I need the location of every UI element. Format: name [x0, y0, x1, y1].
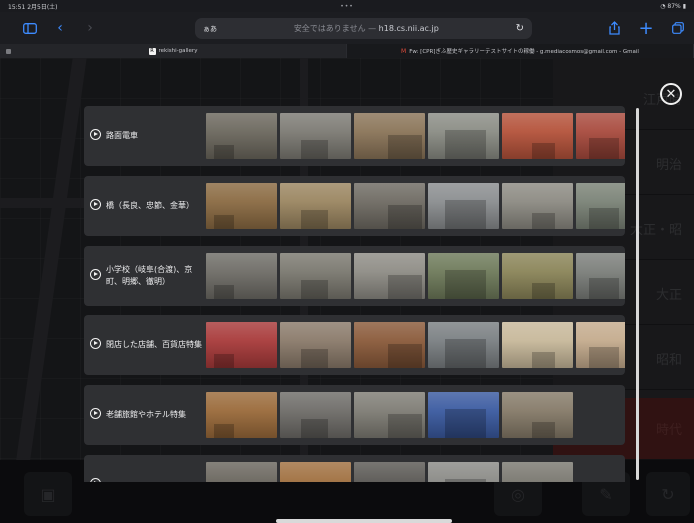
- photo-thumbnail[interactable]: [206, 183, 277, 229]
- photo-thumbnail[interactable]: [280, 392, 351, 438]
- photo-thumbnail[interactable]: [502, 322, 573, 368]
- photo-thumbnail[interactable]: [502, 392, 573, 438]
- reader-aa-button[interactable]: ぁあ: [203, 24, 217, 34]
- row-label: 老舗旅館やホテル特集: [106, 410, 186, 419]
- thumbnail-strip: [206, 183, 625, 229]
- list-item[interactable]: 小学校（岐阜(合渡)、京町、明郷、徹明）: [84, 246, 625, 306]
- photo-thumbnail[interactable]: [354, 322, 425, 368]
- toolbar-right: +: [604, 18, 688, 39]
- photo-thumbnail[interactable]: [502, 462, 573, 482]
- photo-thumbnail[interactable]: [502, 253, 573, 299]
- status-bar: 15:51 2月5日(土) ••• ◔ 87% ▮: [0, 0, 694, 12]
- list-item[interactable]: 閉店した店舗、百貨店特集: [84, 315, 625, 375]
- thumbnail-strip: [206, 392, 573, 438]
- close-icon[interactable]: ✕: [660, 83, 682, 105]
- multitask-dots[interactable]: •••: [0, 3, 694, 10]
- home-indicator[interactable]: [276, 519, 452, 523]
- photo-thumbnail[interactable]: [280, 253, 351, 299]
- photo-thumbnail[interactable]: [502, 113, 573, 159]
- photo-thumbnail[interactable]: [354, 113, 425, 159]
- list-item[interactable]: 橋（長良、忠節、金華）: [84, 176, 625, 236]
- toolbar-left: ‹ ›: [20, 18, 100, 38]
- play-icon[interactable]: [90, 408, 101, 419]
- insecure-warning: 安全ではありません —: [293, 24, 379, 33]
- tab-gmail[interactable]: M Fw: [CPR]ぎふ歴史ギャラリーテストサイトの稼働 - g.mediac…: [347, 44, 694, 58]
- row-label: 閉店した店舗、百貨店特集: [106, 340, 202, 349]
- photo-thumbnail[interactable]: [206, 253, 277, 299]
- reload-icon[interactable]: ↻: [516, 23, 524, 34]
- address-bar[interactable]: ぁあ 安全ではありません — h18.cs.nii.ac.jp ↻: [195, 18, 532, 39]
- photo-thumbnail[interactable]: [206, 322, 277, 368]
- tab-title: Fw: [CPR]ぎふ歴史ギャラリーテストサイトの稼働 - g.mediacos…: [409, 49, 639, 55]
- tab-title: rekishi-gallery: [158, 48, 198, 54]
- photo-thumbnail[interactable]: [576, 113, 625, 159]
- play-icon[interactable]: [90, 269, 101, 280]
- photo-thumbnail[interactable]: [354, 462, 425, 482]
- row-label: 橋（長良、忠節、金華）: [106, 201, 194, 210]
- photo-thumbnail[interactable]: [428, 113, 499, 159]
- page-icon: R: [148, 47, 156, 55]
- play-icon[interactable]: [90, 129, 101, 140]
- photo-thumbnail[interactable]: [502, 183, 573, 229]
- row-label: 小学校（岐阜(合渡)、京町、明郷、徹明）: [106, 265, 193, 286]
- play-icon[interactable]: [90, 199, 101, 210]
- gallery-list[interactable]: 路面電車 橋（長良、忠節、金華） 小学校（岐阜(合渡)、京町、明郷、徹明） 閉店…: [84, 106, 625, 482]
- photo-thumbnail[interactable]: [280, 462, 351, 482]
- row-label: [106, 455, 204, 482]
- photo-thumbnail[interactable]: [428, 462, 499, 482]
- url-host: h18.cs.nii.ac.jp: [378, 24, 439, 33]
- thumbnail-strip: [206, 113, 625, 159]
- thumbnail-strip: [206, 322, 625, 368]
- tab-bar: R rekishi-gallery M Fw: [CPR]ぎふ歴史ギャラリーテス…: [0, 44, 694, 58]
- list-item[interactable]: 路面電車: [84, 106, 625, 166]
- tabs-overview-icon[interactable]: [668, 18, 688, 38]
- photo-thumbnail[interactable]: [280, 113, 351, 159]
- photo-thumbnail[interactable]: [428, 183, 499, 229]
- thumbnail-strip: [206, 253, 625, 299]
- photo-thumbnail[interactable]: [428, 253, 499, 299]
- back-icon[interactable]: ‹: [50, 18, 70, 38]
- thumbnail-strip: [206, 462, 573, 482]
- photo-thumbnail[interactable]: [576, 253, 625, 299]
- tab-rekishi-gallery[interactable]: R rekishi-gallery: [0, 44, 347, 58]
- photo-thumbnail[interactable]: [206, 462, 277, 482]
- list-item[interactable]: [84, 455, 625, 482]
- forward-icon[interactable]: ›: [80, 18, 100, 38]
- share-icon[interactable]: [604, 18, 624, 38]
- list-item[interactable]: 老舗旅館やホテル特集: [84, 385, 625, 445]
- photo-thumbnail[interactable]: [354, 183, 425, 229]
- photo-thumbnail[interactable]: [354, 253, 425, 299]
- photo-thumbnail[interactable]: [428, 392, 499, 438]
- url-text[interactable]: 安全ではありません — h18.cs.nii.ac.jp: [217, 23, 516, 34]
- photo-thumbnail[interactable]: [280, 183, 351, 229]
- photo-thumbnail[interactable]: [206, 392, 277, 438]
- play-icon[interactable]: [90, 338, 101, 349]
- photo-thumbnail[interactable]: [206, 113, 277, 159]
- tab-close-icon[interactable]: [6, 48, 11, 54]
- gmail-icon: M: [401, 47, 407, 55]
- photo-thumbnail[interactable]: [576, 322, 625, 368]
- row-label: 路面電車: [106, 131, 138, 140]
- photo-thumbnail[interactable]: [354, 392, 425, 438]
- sidebar-icon[interactable]: [20, 18, 40, 38]
- photo-thumbnail[interactable]: [576, 183, 625, 229]
- new-tab-icon[interactable]: +: [636, 18, 656, 39]
- play-icon[interactable]: [90, 478, 101, 482]
- browser-toolbar: ‹ › ぁあ 安全ではありません — h18.cs.nii.ac.jp ↻ +: [0, 12, 694, 44]
- scrollbar[interactable]: [636, 108, 639, 480]
- photo-thumbnail[interactable]: [428, 322, 499, 368]
- photo-thumbnail[interactable]: [280, 322, 351, 368]
